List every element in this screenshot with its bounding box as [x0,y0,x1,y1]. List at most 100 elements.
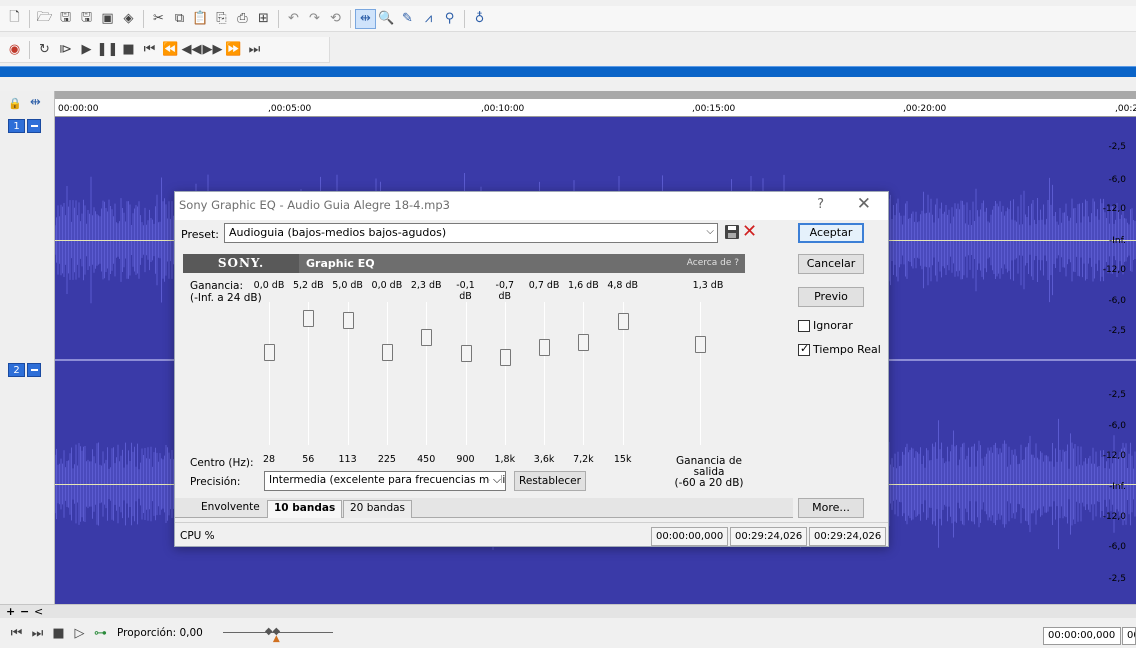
help-icon[interactable]: ? [817,197,824,212]
play-icon[interactable]: ▷ [69,623,90,643]
band-slider-thumb[interactable] [264,344,275,361]
scroll-left-button[interactable]: < [34,605,43,618]
output-gain-track[interactable] [700,302,701,445]
envelope-tool-icon[interactable]: ⩘ [418,9,439,29]
cancel-button[interactable]: Cancelar [798,254,864,274]
dialog-title-bar[interactable]: Sony Graphic EQ - Audio Guia Alegre 18-4… [175,192,888,220]
band-slider-thumb[interactable] [578,333,590,351]
undo-icon[interactable]: ↶ [283,9,304,29]
band-slider-track[interactable] [504,302,506,445]
band-slider-thumb[interactable] [303,310,315,328]
prev-marker-icon[interactable]: ⏪ [160,40,181,60]
stop-icon[interactable]: ■ [48,623,69,643]
channel-number[interactable]: 1 [8,119,25,133]
minimize-icon[interactable] [27,363,41,377]
tab-20-bands[interactable]: 20 bandas [343,500,413,518]
db-label: -12,0 [1102,512,1126,522]
mix-level-icon[interactable]: ⊶ [90,623,111,643]
band-slider-thumb[interactable] [421,329,433,347]
undo-history-icon[interactable]: ⟲ [325,9,346,29]
band-slider-track[interactable] [386,302,388,445]
region-icon[interactable]: ⚲ [439,9,460,29]
go-start-icon[interactable]: ⏮ [139,40,160,60]
preview-button[interactable]: Previo [798,287,864,307]
pause-icon[interactable]: ❚❚ [97,40,119,60]
new-icon[interactable]: 🗋 [4,9,25,29]
next-marker-icon[interactable]: ⏩ [223,40,244,60]
save-as-icon[interactable]: 🖫 [76,9,97,29]
overview-strip[interactable] [0,66,1136,77]
crop-icon[interactable]: ⊞ [253,9,274,29]
band-gain-value: 0,7 dB [528,280,560,291]
save-icon[interactable]: 🖫 [55,9,76,29]
band-slider-thumb[interactable] [539,339,551,357]
precision-select[interactable]: Intermedia (excelente para frecuencias m… [264,471,506,491]
output-gain-thumb[interactable] [695,335,706,353]
gain-label: Ganancia: (-Inf. a 24 dB) [190,280,262,304]
zoom-out-button[interactable]: − [20,605,29,618]
ratio-slider[interactable]: ◆◆ ▲ [222,626,333,644]
minimize-icon[interactable] [27,119,41,133]
band-slider-track[interactable] [544,302,546,445]
band-slider-track[interactable] [583,302,585,445]
db-label: -6,0 [1108,421,1126,431]
close-icon[interactable]: ✕ [857,194,871,214]
snap-icon[interactable]: ⇹ [30,95,41,110]
pencil-tool-icon[interactable]: ✎ [397,9,418,29]
cut-icon[interactable]: ✂ [148,9,169,29]
rewind-icon[interactable]: ◀◀ [181,40,202,60]
db-label: -2,5 [1108,142,1126,152]
play-all-icon[interactable]: ⧐ [55,40,76,60]
mix-icon[interactable]: ⎙ [232,9,253,29]
db-label: -12,0 [1102,451,1126,461]
go-start-icon[interactable]: ⏮ [6,623,27,643]
channel-1-badge: 1 [8,119,42,133]
toolbar-separator [143,9,144,28]
band-slider-thumb[interactable] [381,344,393,361]
realtime-checkbox[interactable]: Tiempo Real [798,342,881,356]
open-icon[interactable]: 🗁 [34,9,55,29]
band-slider-thumb[interactable] [342,311,354,329]
loop-icon[interactable]: ↻ [34,40,55,60]
gain-label-line: Ganancia: [190,280,243,292]
tab-10-bands[interactable]: 10 bandas [267,500,343,518]
delete-preset-icon[interactable]: ✕ [742,221,757,242]
horizontal-scrollbar[interactable]: + − < [0,604,1136,618]
toolbar-separator [278,9,279,28]
realtime-checkbox-box[interactable] [798,342,810,356]
band-slider-thumb[interactable] [460,344,472,362]
reset-button[interactable]: Restablecer [514,471,586,491]
more-button[interactable]: More... [798,498,864,518]
band-gain-value: 1,6 dB [568,280,599,291]
properties-icon[interactable]: ◈ [118,9,139,29]
accept-button[interactable]: Aceptar [798,223,864,243]
stop-icon[interactable]: ■ [118,40,139,60]
go-end-icon[interactable]: ⏭ [27,623,48,643]
zoom-in-button[interactable]: + [6,605,15,618]
paste-icon[interactable]: 📋 [190,9,211,29]
play-icon[interactable]: ▶ [76,40,97,60]
band-slider-thumb[interactable] [617,312,629,330]
copy-icon[interactable]: ⧉ [169,9,190,29]
save-preset-icon[interactable] [725,225,739,239]
marker-icon[interactable]: ♁ [469,9,490,29]
record-icon[interactable]: ◉ [4,40,25,60]
forward-icon[interactable]: ▶▶ [202,40,223,60]
ignore-checkbox-box[interactable] [798,319,810,332]
tab-envelope[interactable]: Envolvente [195,500,266,518]
render-icon[interactable]: ▣ [97,9,118,29]
lock-icon[interactable]: 🔒 [8,97,22,110]
zoom-tool-icon[interactable]: 🔍 [376,9,397,29]
about-link[interactable]: Acerca de ? [687,258,739,268]
band-slider-track[interactable] [465,302,467,445]
channel-number[interactable]: 2 [8,363,25,377]
paste-insert-icon[interactable]: ⎘ [211,9,232,29]
band-slider-track[interactable] [269,302,270,445]
go-end-icon[interactable]: ⏭ [244,40,265,60]
preset-select[interactable]: Audioguia (bajos-medios bajos-agudos) ⌵ [224,223,718,243]
ignore-checkbox[interactable]: Ignorar [798,319,853,332]
redo-icon[interactable]: ↷ [304,9,325,29]
band-slider-thumb[interactable] [499,348,511,366]
band-slider-track[interactable] [426,302,428,445]
edit-tool-icon[interactable]: ⇹ [355,8,376,29]
